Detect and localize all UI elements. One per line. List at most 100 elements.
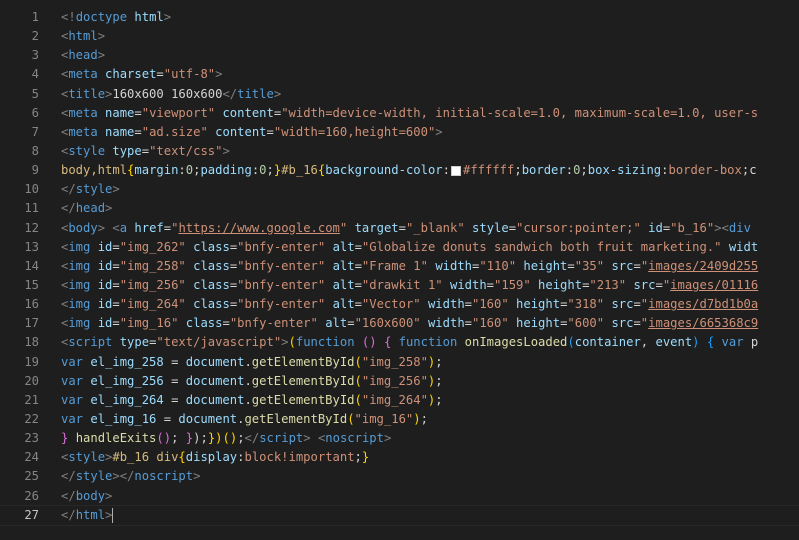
code-token: ( bbox=[354, 392, 362, 407]
code-text[interactable]: <img id="img_264" class="bnfy-enter" alt… bbox=[61, 295, 758, 314]
code-token: "160" bbox=[472, 316, 509, 331]
code-line[interactable]: 24 <style>#b_16 div{display:block!importa… bbox=[0, 448, 799, 467]
code-token: = bbox=[134, 105, 142, 120]
code-line[interactable]: 18 <script type="text/javascript">(functi… bbox=[0, 333, 799, 352]
code-text[interactable]: <body> <a href="https://www.google.com" … bbox=[61, 219, 751, 238]
code-token: "viewport" bbox=[141, 105, 216, 120]
code-token: style bbox=[75, 469, 113, 484]
code-token: = bbox=[508, 220, 517, 235]
code-token: ( bbox=[288, 335, 296, 350]
code-token: alt bbox=[325, 316, 348, 331]
code-token: ) bbox=[413, 411, 421, 426]
code-lines[interactable]: 1 <!doctype html> 2 <html> 3 <head> 4 <meta cha… bbox=[0, 8, 799, 526]
code-token: > bbox=[97, 29, 106, 44]
code-text[interactable]: <style type="text/css"> bbox=[61, 142, 230, 161]
code-line[interactable]: 17 <img id="img_16" class="bnfy-enter" al… bbox=[0, 314, 799, 333]
code-text[interactable]: <!doctype html> bbox=[61, 8, 171, 27]
code-text[interactable]: <meta charset="utf-8"> bbox=[61, 65, 222, 84]
code-text[interactable]: </html> bbox=[61, 506, 114, 525]
code-line[interactable]: 20 var el_img_256 = document.getElementBy… bbox=[0, 372, 799, 391]
code-line[interactable]: 4 <meta charset="utf-8"> bbox=[0, 65, 799, 84]
code-token: href bbox=[134, 220, 164, 235]
code-line[interactable]: 27 </html> bbox=[0, 504, 799, 526]
code-line[interactable]: 12 <body> <a href="https://www.google.com… bbox=[0, 219, 799, 238]
code-line[interactable]: 26 </body> bbox=[0, 487, 799, 506]
code-token: = bbox=[266, 124, 274, 139]
code-token: display bbox=[185, 450, 238, 465]
code-line[interactable]: 1 <!doctype html> bbox=[0, 8, 799, 27]
code-line[interactable]: 10 </style> bbox=[0, 180, 799, 199]
code-text[interactable]: <head> bbox=[61, 46, 105, 65]
code-text[interactable]: <title>160x600 160x600</title> bbox=[61, 85, 281, 104]
code-token: "img_258" bbox=[361, 354, 428, 369]
code-token: var bbox=[61, 354, 84, 369]
code-text[interactable]: } handleExits(); });})();</script> <nosc… bbox=[61, 429, 391, 448]
code-text[interactable]: <script type="text/javascript">(function… bbox=[61, 333, 758, 352]
code-text[interactable]: <img id="img_16" class="bnfy-enter" alt=… bbox=[61, 314, 758, 333]
code-token: images/2409d255 bbox=[648, 258, 759, 273]
code-token: > bbox=[112, 182, 120, 197]
code-line[interactable]: 7 <meta name="ad.size" content="width=160… bbox=[0, 123, 799, 142]
code-line[interactable]: 8 <style type="text/css"> bbox=[0, 142, 799, 161]
color-swatch-icon[interactable] bbox=[450, 165, 461, 176]
code-text[interactable]: var el_img_256 = document.getElementById… bbox=[61, 372, 443, 391]
line-number: 21 bbox=[24, 392, 39, 407]
code-token: ; bbox=[266, 163, 274, 178]
code-token: class bbox=[193, 297, 230, 312]
code-editor[interactable]: 1 <!doctype html> 2 <html> 3 <head> 4 <meta cha… bbox=[0, 0, 799, 540]
code-text[interactable]: </head> bbox=[61, 199, 112, 218]
code-token: "img_256" bbox=[119, 277, 186, 292]
code-token: = bbox=[464, 316, 472, 331]
code-token: el_img_258 bbox=[90, 354, 164, 369]
code-token: doctype bbox=[75, 10, 128, 24]
code-text[interactable]: <img id="img_256" class="bnfy-enter" alt… bbox=[61, 276, 758, 295]
code-token: "width=device-width, initial-scale=1.0, … bbox=[281, 105, 759, 120]
code-token: > bbox=[273, 86, 282, 101]
code-token: var bbox=[61, 411, 84, 426]
code-line[interactable]: 13 <img id="img_262" class="bnfy-enter" a… bbox=[0, 238, 799, 257]
code-text[interactable]: </body> bbox=[61, 487, 112, 506]
code-text[interactable]: <style>#b_16 div{display:block!important… bbox=[61, 448, 369, 467]
code-text[interactable]: <meta name="ad.size" content="width=160,… bbox=[61, 123, 443, 142]
code-text[interactable]: body,html{margin:0;padding:0;}#b_16{back… bbox=[61, 161, 757, 180]
code-line[interactable]: 21 var el_img_264 = document.getElementBy… bbox=[0, 391, 799, 410]
code-line[interactable]: 5 <title>160x600 160x600</title> bbox=[0, 85, 799, 104]
code-text[interactable]: <img id="img_262" class="bnfy-enter" alt… bbox=[61, 238, 758, 257]
code-line[interactable]: 25 </style></noscript> bbox=[0, 467, 799, 486]
code-line[interactable]: 23} handleExits(); });})();</script> <no… bbox=[0, 429, 799, 448]
code-token: height bbox=[516, 297, 561, 312]
line-number: 15 bbox=[24, 277, 39, 292]
code-text[interactable]: </style></noscript> bbox=[61, 467, 200, 486]
code-token: type bbox=[112, 143, 142, 158]
code-line[interactable]: 11 </head> bbox=[0, 199, 799, 218]
code-token: = bbox=[156, 411, 179, 426]
code-token: = bbox=[354, 258, 362, 273]
code-token: ); bbox=[193, 431, 208, 446]
code-line[interactable]: 14 <img id="img_258" class="bnfy-enter" a… bbox=[0, 257, 799, 276]
code-token: </ bbox=[61, 182, 76, 197]
code-token: style bbox=[68, 143, 106, 158]
code-line[interactable]: 22 var el_img_16 = document.getElementByI… bbox=[0, 410, 799, 429]
code-line[interactable]: 15 <img id="img_256" class="bnfy-enter" a… bbox=[0, 276, 799, 295]
code-line[interactable]: 19 var el_img_258 = document.getElementBy… bbox=[0, 353, 799, 372]
code-text[interactable]: var el_img_264 = document.getElementById… bbox=[61, 391, 443, 410]
code-line[interactable]: 2 <html> bbox=[0, 27, 799, 46]
code-token: noscript bbox=[134, 469, 194, 484]
code-text[interactable]: <html> bbox=[61, 27, 105, 46]
code-token: class bbox=[193, 239, 230, 254]
code-line[interactable]: 6 <meta name="viewport" content="width=de… bbox=[0, 104, 799, 123]
code-text[interactable]: <meta name="viewport" content="width=dev… bbox=[61, 104, 758, 123]
code-text[interactable]: var el_img_16 = document.getElementById(… bbox=[61, 410, 428, 429]
code-token: style bbox=[472, 220, 509, 235]
code-line[interactable]: 9 body,html{margin:0;padding:0;}#b_16{bac… bbox=[0, 161, 799, 180]
code-line[interactable]: 3 <head> bbox=[0, 46, 799, 65]
code-token: script bbox=[259, 431, 304, 446]
line-number: 13 bbox=[24, 239, 39, 254]
code-line[interactable]: 16 <img id="img_264" class="bnfy-enter" a… bbox=[0, 295, 799, 314]
code-text[interactable]: </style> bbox=[61, 180, 120, 199]
code-token: </ bbox=[61, 201, 76, 216]
code-text[interactable]: <img id="img_258" class="bnfy-enter" alt… bbox=[61, 257, 758, 276]
code-text[interactable]: var el_img_258 = document.getElementById… bbox=[61, 353, 443, 372]
